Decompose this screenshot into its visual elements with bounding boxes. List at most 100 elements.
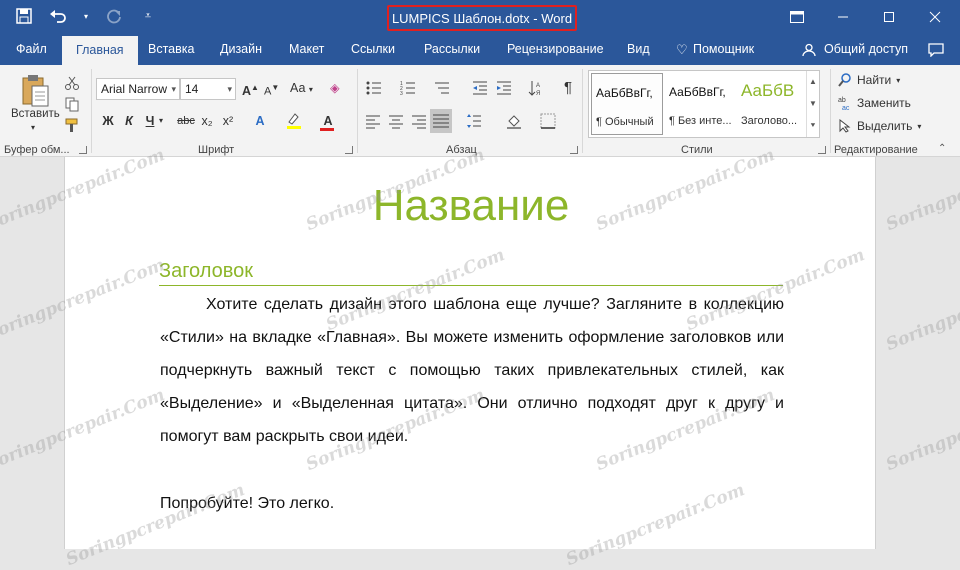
chevron-down-icon: ▾	[227, 84, 232, 94]
borders-icon[interactable]	[540, 113, 556, 129]
cut-icon[interactable]	[64, 75, 80, 91]
save-icon[interactable]	[14, 6, 34, 26]
justify-icon[interactable]	[430, 109, 452, 133]
undo-icon[interactable]	[48, 6, 68, 26]
tab-insert[interactable]: Вставка	[148, 34, 194, 65]
document-heading[interactable]: Заголовок	[159, 260, 253, 283]
align-center-icon[interactable]	[388, 113, 404, 129]
heading-underline	[159, 285, 783, 286]
window-title: LUMPICS Шаблон.dotx - Word	[387, 5, 577, 31]
tab-design[interactable]: Дизайн	[220, 34, 262, 65]
close-icon[interactable]	[912, 0, 958, 34]
tab-references[interactable]: Ссылки	[351, 34, 395, 65]
align-left-icon[interactable]	[365, 113, 381, 129]
italic-button[interactable]: К	[121, 111, 137, 131]
sort-icon[interactable]: AЯ	[528, 80, 544, 97]
replace-button[interactable]: ab ac Заменить	[838, 96, 911, 110]
chevron-up-icon[interactable]: ▲	[807, 71, 819, 93]
copy-icon[interactable]	[64, 96, 80, 112]
document-page[interactable]: Название Заголовок Хотите сделать дизайн…	[64, 157, 876, 549]
tab-tell-me[interactable]: Помощник	[693, 34, 754, 65]
grow-font-icon[interactable]: A▲	[242, 78, 259, 98]
tab-mailings[interactable]: Рассылки	[424, 34, 480, 65]
user-icon	[802, 34, 816, 65]
change-case-label: Аа	[290, 81, 306, 95]
document-paragraph[interactable]: Хотите сделать дизайн этого шаблона еще …	[160, 288, 784, 453]
style-normal[interactable]: АаБбВвГг, ¶ Обычный	[591, 73, 663, 135]
bold-button[interactable]: Ж	[100, 111, 116, 131]
replace-icon: abac	[838, 97, 850, 110]
tab-home[interactable]: Главная	[62, 36, 138, 65]
find-label: Найти	[857, 73, 892, 87]
divider	[91, 69, 92, 153]
align-right-icon[interactable]	[411, 113, 427, 129]
superscript-button[interactable]: x²	[220, 111, 236, 131]
increase-indent-icon[interactable]	[496, 80, 512, 96]
font-size-value: 14	[185, 82, 199, 96]
divider	[830, 69, 831, 153]
tab-view[interactable]: Вид	[627, 34, 650, 65]
style-no-spacing[interactable]: АаБбВвГг, ¶ Без инте...	[665, 73, 737, 135]
minimize-icon[interactable]	[820, 0, 866, 34]
lightbulb-icon: ♡	[676, 42, 688, 57]
change-case-button[interactable]: Аа ▾	[290, 78, 313, 98]
multilevel-list-icon[interactable]	[434, 80, 450, 96]
select-label: Выделить	[857, 119, 913, 133]
format-painter-icon[interactable]	[64, 117, 80, 133]
font-launcher-icon[interactable]	[345, 146, 353, 154]
styles-scroll[interactable]: ▲ ▼ ⯆	[806, 71, 819, 137]
maximize-icon[interactable]	[866, 0, 912, 34]
share-button[interactable]: Общий доступ	[824, 34, 908, 65]
bullets-icon[interactable]	[366, 80, 382, 96]
svg-text:Я: Я	[536, 91, 540, 96]
font-size-select[interactable]: 14 ▾	[180, 78, 236, 100]
paste-button-label[interactable]: Вставить	[11, 108, 60, 120]
font-color-label: A	[323, 114, 333, 128]
title-bar: ▾ ⩡ LUMPICS Шаблон.dotx - Word	[0, 0, 960, 34]
line-spacing-icon[interactable]	[466, 113, 482, 129]
clear-formatting-icon[interactable]: ◈	[330, 78, 340, 98]
cursor-icon	[839, 119, 851, 133]
text-effects-button[interactable]: A	[252, 111, 268, 131]
chevron-down-icon[interactable]: ▼	[807, 93, 819, 115]
styles-gallery: АаБбВвГг, ¶ Обычный АаБбВвГг, ¶ Без инте…	[588, 70, 820, 138]
underline-button[interactable]: Ч	[142, 111, 158, 131]
decrease-indent-icon[interactable]	[472, 80, 488, 96]
select-button[interactable]: Выделить ▾	[838, 119, 921, 133]
font-family-select[interactable]: Arial Narrow ▾	[96, 78, 180, 100]
chevron-down-icon: ▾	[896, 75, 901, 85]
find-button[interactable]: Найти ▾	[838, 73, 900, 87]
tab-file[interactable]: Файл	[16, 34, 47, 65]
tab-review[interactable]: Рецензирование	[507, 34, 604, 65]
quick-access-toolbar: ▾ ⩡	[14, 6, 158, 26]
shrink-font-icon[interactable]: A▼	[264, 78, 279, 98]
redo-icon[interactable]	[104, 6, 124, 26]
divider	[357, 69, 358, 153]
style-heading[interactable]: АаБбВ Заголово...	[737, 73, 809, 135]
customize-icon[interactable]: ⩡	[138, 6, 158, 26]
numbering-icon[interactable]: 123	[400, 80, 416, 97]
subscript-button[interactable]: x₂	[199, 111, 215, 131]
search-icon	[838, 73, 851, 87]
paragraph-launcher-icon[interactable]	[570, 146, 578, 154]
shading-icon[interactable]	[506, 113, 522, 129]
font-color-button[interactable]: A	[318, 111, 338, 131]
strikethrough-button[interactable]: abc	[175, 111, 197, 131]
clipboard-launcher-icon[interactable]	[79, 146, 87, 154]
svg-text:ab: ab	[838, 97, 846, 104]
more-styles-icon[interactable]: ⯆	[807, 115, 819, 137]
collapse-ribbon-icon[interactable]: ⌃	[938, 143, 946, 154]
document-title[interactable]: Название	[65, 181, 877, 231]
show-marks-button[interactable]: ¶	[560, 78, 576, 98]
highlight-color-icon[interactable]	[284, 111, 304, 131]
ribbon-display-icon[interactable]	[774, 0, 820, 34]
undo-dropdown-icon[interactable]: ▾	[82, 6, 90, 26]
underline-dropdown-icon[interactable]: ▾	[159, 111, 163, 131]
comment-icon[interactable]	[928, 34, 944, 65]
tab-layout[interactable]: Макет	[289, 34, 324, 65]
paste-dropdown-icon[interactable]: ▾	[31, 123, 35, 132]
document-paragraph-2[interactable]: Попробуйте! Это легко.	[160, 495, 334, 513]
styles-launcher-icon[interactable]	[818, 146, 826, 154]
style-heading-sample: АаБбВ	[741, 81, 795, 100]
paste-icon[interactable]	[20, 74, 50, 108]
